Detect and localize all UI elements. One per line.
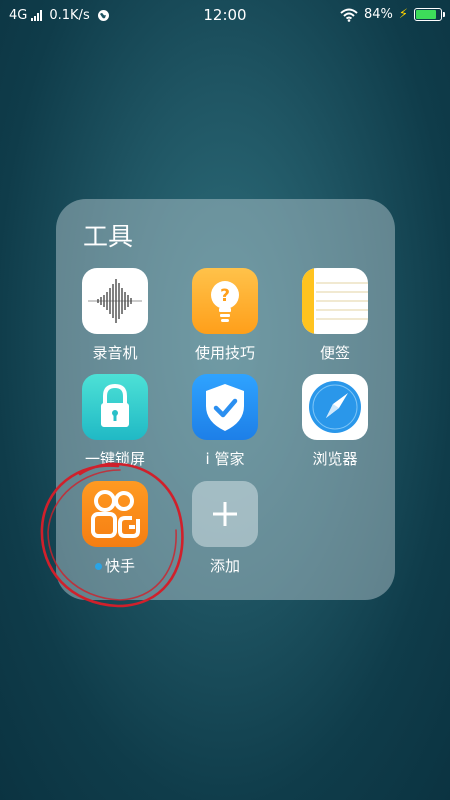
add-icon: [192, 481, 258, 547]
status-right: 84% ⚡: [340, 7, 445, 22]
kuaishou-icon: [82, 481, 148, 547]
shield-check-icon: [192, 374, 258, 440]
svg-text:?: ?: [220, 286, 230, 306]
app-label: 快手: [104, 557, 135, 575]
app-lock-screen[interactable]: 一键锁屏: [65, 374, 165, 469]
app-label: 添加: [209, 557, 240, 575]
app-kuaishou[interactable]: 快手: [65, 481, 165, 576]
add-app-button[interactable]: 添加: [175, 481, 275, 576]
voice-recorder-icon: [82, 268, 148, 334]
battery-percent: 84%: [363, 7, 393, 22]
tools-folder: 工具 录音机 ? 使用技巧 便签 一键锁屏 i 管家 浏览器 快手 添加: [56, 199, 395, 600]
battery-fill: [416, 10, 437, 19]
lock-screen-icon: [82, 374, 148, 440]
app-tips[interactable]: ? 使用技巧: [175, 268, 275, 363]
folder-title[interactable]: 工具: [83, 217, 133, 253]
app-voice-recorder[interactable]: 录音机: [65, 268, 165, 363]
notes-icon: [302, 268, 368, 334]
app-notes[interactable]: 便签: [285, 268, 385, 363]
app-label: 录音机: [92, 344, 138, 362]
app-i-manager[interactable]: i 管家: [175, 374, 275, 469]
app-browser[interactable]: 浏览器: [285, 374, 385, 469]
new-badge-dot: [94, 563, 102, 570]
app-label-with-new-dot: 快手: [65, 555, 165, 576]
app-label: i 管家: [205, 450, 245, 468]
app-label: 浏览器: [312, 450, 358, 468]
charging-icon: ⚡: [398, 7, 408, 22]
wifi-icon: [340, 8, 358, 22]
tips-bulb-icon: ?: [192, 268, 258, 334]
battery-icon: [414, 8, 445, 21]
app-label: 一键锁屏: [84, 450, 145, 468]
browser-compass-icon: [302, 374, 368, 440]
app-label: 便签: [319, 344, 350, 362]
app-label: 使用技巧: [194, 344, 255, 362]
status-bar: 4G 0.1K/s 12:00 84% ⚡: [0, 0, 450, 32]
